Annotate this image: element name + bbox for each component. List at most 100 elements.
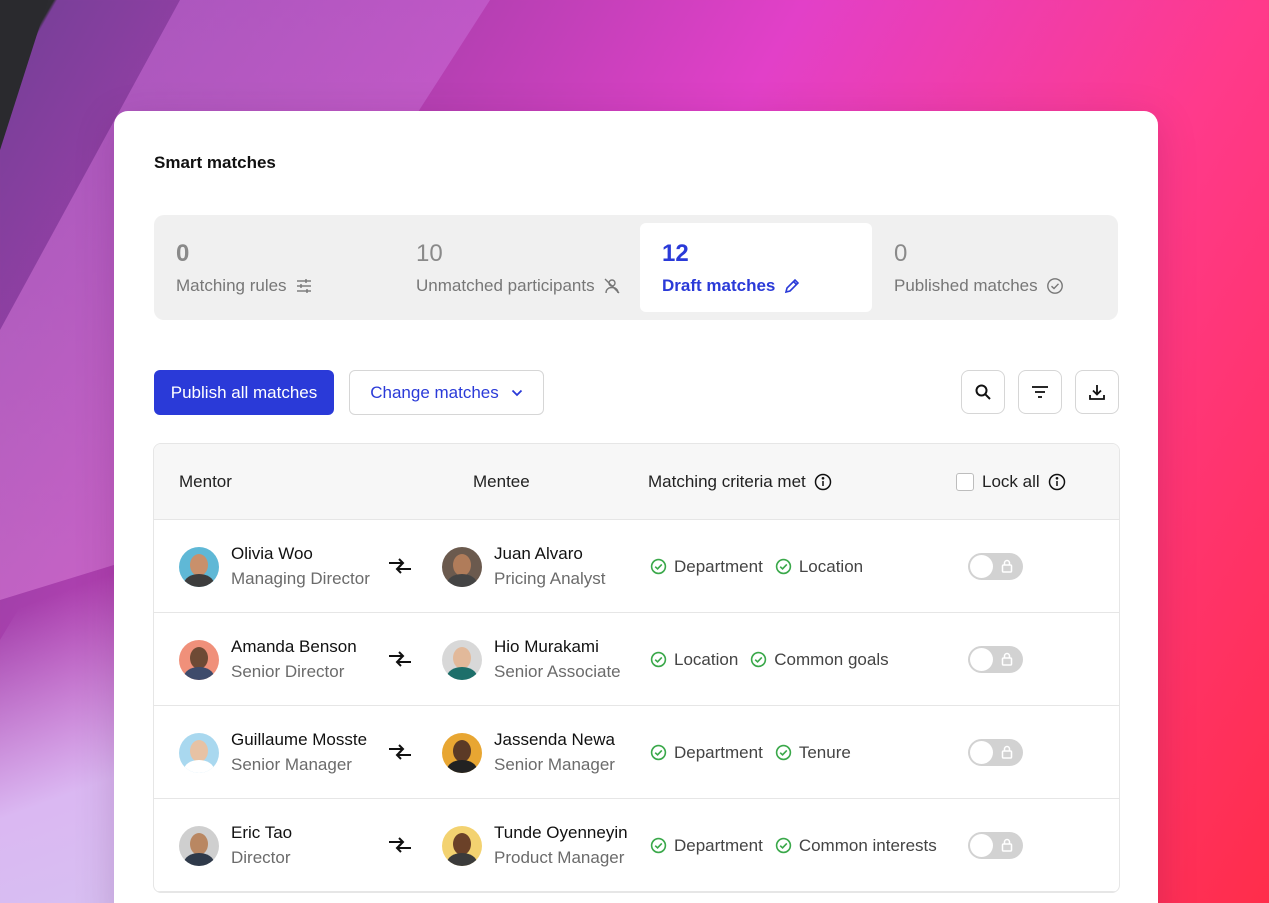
- download-button[interactable]: [1075, 370, 1119, 414]
- mentee-name: Juan Alvaro: [494, 543, 583, 563]
- mentor-name: Olivia Woo: [231, 543, 313, 563]
- stat-value: 10: [416, 240, 443, 267]
- change-matches-dropdown[interactable]: Change matches: [349, 370, 544, 415]
- publish-all-matches-button[interactable]: Publish all matches: [154, 370, 334, 415]
- stat-value: 0: [176, 240, 190, 267]
- header-mentee[interactable]: Mentee: [473, 444, 530, 520]
- smart-matches-card: Smart matches 0 Matching rules 10 Unmatc…: [114, 111, 1158, 903]
- mentee-cell: Jassenda Newa Senior Manager: [442, 706, 615, 799]
- lock-icon: [1001, 838, 1013, 852]
- check-circle-icon: [751, 651, 767, 668]
- avatar: [442, 825, 482, 866]
- swap-icon[interactable]: [387, 555, 413, 577]
- download-icon: [1089, 385, 1105, 400]
- mentor-cell: Olivia Woo Managing Director: [179, 520, 370, 613]
- toggle-knob: [970, 834, 993, 857]
- table-row: Guillaume Mosste Senior Manager Jassenda…: [154, 706, 1119, 799]
- table-row: Olivia Woo Managing Director Juan Alvaro…: [154, 520, 1119, 613]
- pencil-icon: [785, 278, 800, 294]
- table-row: Eric Tao Director Tunde Oyenneyin Produc…: [154, 799, 1119, 892]
- lock-all-label: Lock all: [982, 472, 1040, 491]
- mentor-cell: Guillaume Mosste Senior Manager: [179, 706, 367, 799]
- mentee-role: Product Manager: [494, 847, 625, 867]
- mentor-role: Managing Director: [231, 568, 370, 588]
- criteria-cell: Department Common interests: [650, 799, 937, 892]
- mentor-cell: Amanda Benson Senior Director: [179, 613, 357, 706]
- criteria-tag: Location: [650, 650, 738, 670]
- stats-bar: 0 Matching rules 10 Unmatched participan…: [154, 215, 1118, 320]
- avatar: [442, 732, 482, 773]
- mentor-role: Senior Director: [231, 661, 345, 681]
- mentor-name: Eric Tao: [231, 822, 293, 842]
- mentee-cell: Hio Murakami Senior Associate: [442, 613, 621, 706]
- criteria-tag: Tenure: [775, 743, 851, 763]
- mentee-role: Senior Manager: [494, 754, 615, 774]
- mentee-cell: Juan Alvaro Pricing Analyst: [442, 520, 606, 613]
- criteria-tag: Common interests: [775, 836, 937, 856]
- header-lock-all: Lock all: [956, 444, 1066, 520]
- stat-value: 0: [894, 240, 908, 267]
- header-criteria: Matching criteria met: [648, 444, 832, 520]
- info-icon[interactable]: [814, 473, 832, 491]
- user-off-icon: [604, 278, 620, 294]
- lock-icon: [1001, 559, 1013, 573]
- search-icon: [975, 384, 991, 400]
- check-circle-icon: [775, 837, 792, 854]
- background-dark-corner: [0, 0, 48, 150]
- toggle-knob: [970, 741, 993, 764]
- lock-toggle[interactable]: [968, 832, 1023, 859]
- check-circle-icon: [650, 651, 667, 668]
- swap-icon[interactable]: [387, 648, 413, 670]
- mentor-cell: Eric Tao Director: [179, 799, 292, 892]
- toggle-knob: [970, 648, 993, 671]
- lock-toggle[interactable]: [968, 739, 1023, 766]
- filter-button[interactable]: [1018, 370, 1062, 414]
- filter-icon: [1032, 386, 1048, 398]
- swap-icon[interactable]: [387, 741, 413, 763]
- lock-icon: [1001, 745, 1013, 759]
- search-button[interactable]: [961, 370, 1005, 414]
- stat-published-matches[interactable]: 0 Published matches: [872, 223, 1104, 312]
- criteria-tag: Common goals: [750, 650, 889, 670]
- criteria-cell: Department Location: [650, 520, 863, 613]
- lock-icon: [1001, 652, 1013, 666]
- mentor-name: Guillaume Mosste: [231, 729, 368, 749]
- avatar: [179, 825, 219, 866]
- mentee-cell: Tunde Oyenneyin Product Manager: [442, 799, 628, 892]
- check-circle-icon: [775, 558, 792, 575]
- criteria-tag: Department: [650, 743, 763, 763]
- table-row: Amanda Benson Senior Director Hio Muraka…: [154, 613, 1119, 706]
- criteria-cell: Location Common goals: [650, 613, 889, 706]
- avatar: [179, 732, 219, 773]
- swap-icon[interactable]: [387, 834, 413, 856]
- avatar: [179, 546, 219, 587]
- mentor-role: Senior Manager: [231, 754, 352, 774]
- stat-label: Matching rules: [176, 276, 287, 295]
- avatar: [179, 639, 219, 680]
- header-mentor[interactable]: Mentor: [179, 444, 232, 520]
- mentee-name: Tunde Oyenneyin: [494, 822, 628, 842]
- criteria-tag: Department: [650, 557, 763, 577]
- header-criteria-label: Matching criteria met: [648, 472, 806, 491]
- stat-label: Draft matches: [662, 276, 776, 295]
- avatar: [442, 546, 482, 587]
- mentor-role: Director: [231, 847, 291, 867]
- change-matches-label: Change matches: [370, 382, 499, 402]
- stat-unmatched-participants[interactable]: 10 Unmatched participants: [394, 223, 626, 312]
- criteria-tag: Location: [775, 557, 863, 577]
- stat-draft-matches[interactable]: 12 Draft matches: [640, 223, 872, 312]
- lock-toggle[interactable]: [968, 646, 1023, 673]
- check-circle-icon: [775, 744, 792, 761]
- criteria-cell: Department Tenure: [650, 706, 851, 799]
- check-circle-icon: [1046, 278, 1063, 294]
- chevron-down-icon: [511, 389, 522, 396]
- stat-label: Unmatched participants: [416, 276, 595, 295]
- stat-matching-rules[interactable]: 0 Matching rules: [154, 223, 386, 312]
- lock-all-checkbox[interactable]: [956, 473, 974, 491]
- criteria-tag: Department: [650, 836, 763, 856]
- check-circle-icon: [650, 744, 667, 761]
- page-title: Smart matches: [154, 153, 276, 172]
- sliders-icon: [296, 279, 311, 293]
- info-icon[interactable]: [1048, 473, 1066, 491]
- lock-toggle[interactable]: [968, 553, 1023, 580]
